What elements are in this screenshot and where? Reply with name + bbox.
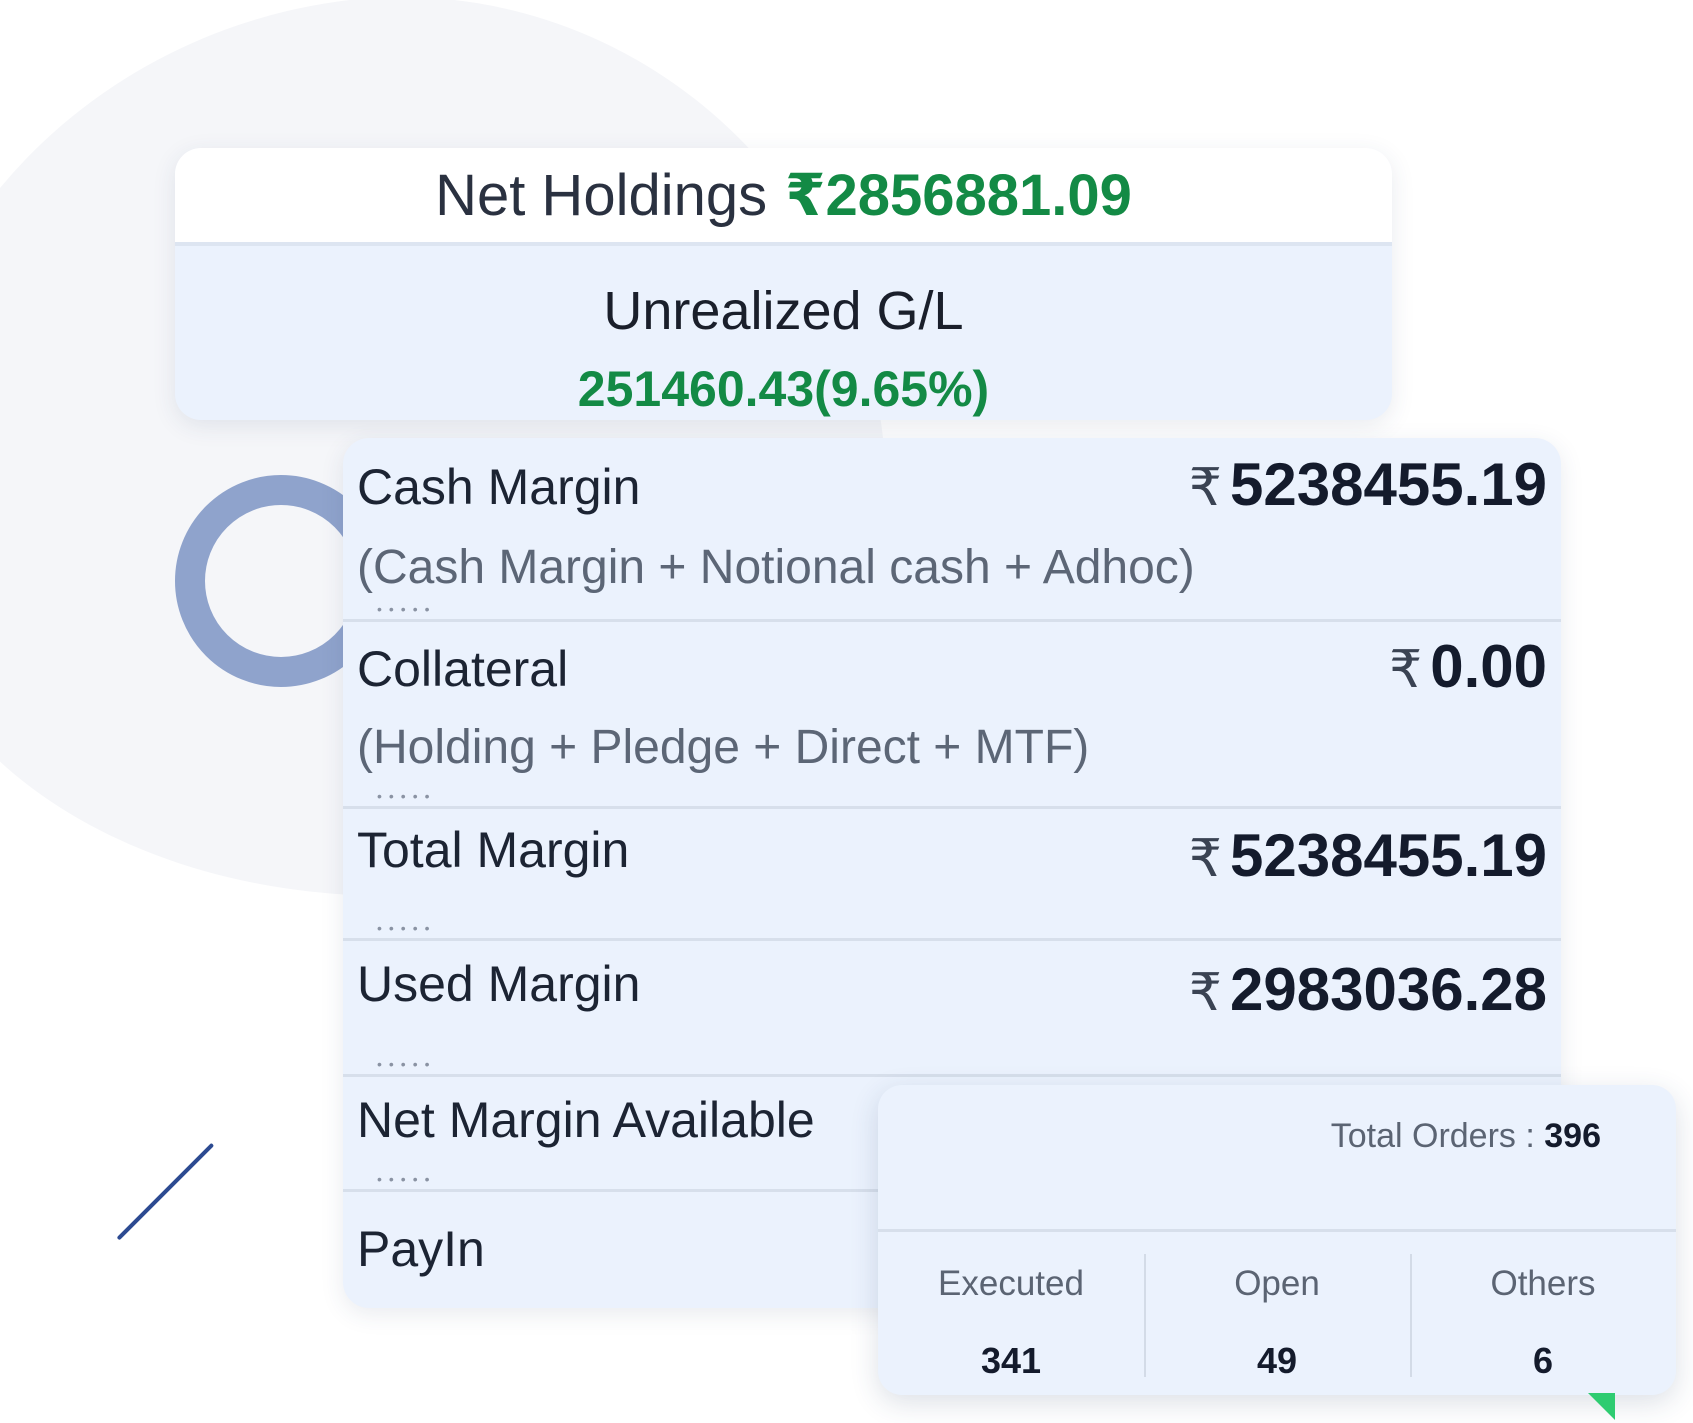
orders-executed[interactable]: Executed 341 xyxy=(878,1232,1144,1395)
decorative-triangle xyxy=(1588,1393,1615,1420)
cash-margin-formula: (Cash Margin + Notional cash + Adhoc) xyxy=(357,541,1195,594)
row-dots-divider: ••••• xyxy=(377,788,437,804)
collateral-value: 0.00 xyxy=(1430,633,1547,700)
total-margin-label: Total Margin xyxy=(357,822,630,878)
decorative-line xyxy=(116,1142,215,1241)
payin-label: PayIn xyxy=(357,1221,485,1277)
unrealized-gl-value: 251460.43(9.65%) xyxy=(577,361,990,417)
collateral-formula: (Holding + Pledge + Direct + MTF) xyxy=(357,721,1090,774)
used-margin-label: Used Margin xyxy=(357,956,641,1012)
unrealized-gl-title: Unrealized G/L xyxy=(603,281,964,341)
cash-margin-value: 5238455.19 xyxy=(1230,451,1547,518)
rupee-icon: ₹ xyxy=(1188,964,1222,1022)
orders-others-value: 6 xyxy=(1532,1340,1554,1381)
collateral-row[interactable]: Collateral ₹ 0.00 (Holding + Pledge + Di… xyxy=(343,622,1561,809)
rupee-icon: ₹ xyxy=(1188,830,1222,888)
used-margin-value: 2983036.28 xyxy=(1230,956,1547,1023)
total-orders: Total Orders : 396 xyxy=(1331,1117,1601,1156)
orders-breakdown: Executed 341 Open 49 Others 6 xyxy=(878,1232,1676,1395)
holdings-card: Net Holdings ₹2856881.09 Unrealized G/L … xyxy=(175,148,1392,420)
row-dots-divider: ••••• xyxy=(377,1171,437,1187)
rupee-icon: ₹ xyxy=(1389,641,1423,699)
collateral-label: Collateral xyxy=(357,641,569,697)
cash-margin-row[interactable]: Cash Margin ₹ 5238455.19 (Cash Margin + … xyxy=(343,438,1561,622)
orders-open[interactable]: Open 49 xyxy=(1144,1232,1410,1395)
total-margin-value: 5238455.19 xyxy=(1230,822,1547,889)
orders-others[interactable]: Others 6 xyxy=(1410,1232,1676,1395)
total-margin-row[interactable]: Total Margin ₹ 5238455.19 ••••• xyxy=(343,809,1561,941)
total-orders-value: 396 xyxy=(1544,1117,1601,1155)
row-dots-divider: ••••• xyxy=(377,1056,437,1072)
used-margin-row[interactable]: Used Margin ₹ 2983036.28 ••••• xyxy=(343,941,1561,1077)
collateral-amount: ₹ 0.00 xyxy=(1389,632,1547,701)
total-margin-amount: ₹ 5238455.19 xyxy=(1189,821,1547,890)
orders-total-section: Total Orders : 396 xyxy=(878,1085,1676,1232)
cash-margin-label: Cash Margin xyxy=(357,459,641,515)
net-margin-available-label: Net Margin Available xyxy=(357,1092,815,1148)
net-holdings-label: Net Holdings xyxy=(435,162,768,228)
net-holdings-header: Net Holdings ₹2856881.09 xyxy=(175,148,1392,246)
orders-open-label: Open xyxy=(1234,1264,1320,1303)
row-dots-divider: ••••• xyxy=(377,601,437,617)
rupee-icon: ₹ xyxy=(1188,459,1222,517)
cash-margin-amount: ₹ 5238455.19 xyxy=(1189,450,1547,519)
used-margin-amount: ₹ 2983036.28 xyxy=(1189,955,1547,1024)
net-holdings-value: ₹2856881.09 xyxy=(785,163,1132,228)
orders-executed-value: 341 xyxy=(980,1340,1042,1381)
orders-others-label: Others xyxy=(1490,1264,1596,1303)
orders-executed-label: Executed xyxy=(938,1264,1084,1303)
total-orders-label: Total Orders : xyxy=(1330,1117,1535,1155)
orders-summary-card: Total Orders : 396 Executed 341 Open 49 … xyxy=(878,1085,1676,1395)
orders-open-value: 49 xyxy=(1256,1340,1298,1381)
row-dots-divider: ••••• xyxy=(377,920,437,936)
